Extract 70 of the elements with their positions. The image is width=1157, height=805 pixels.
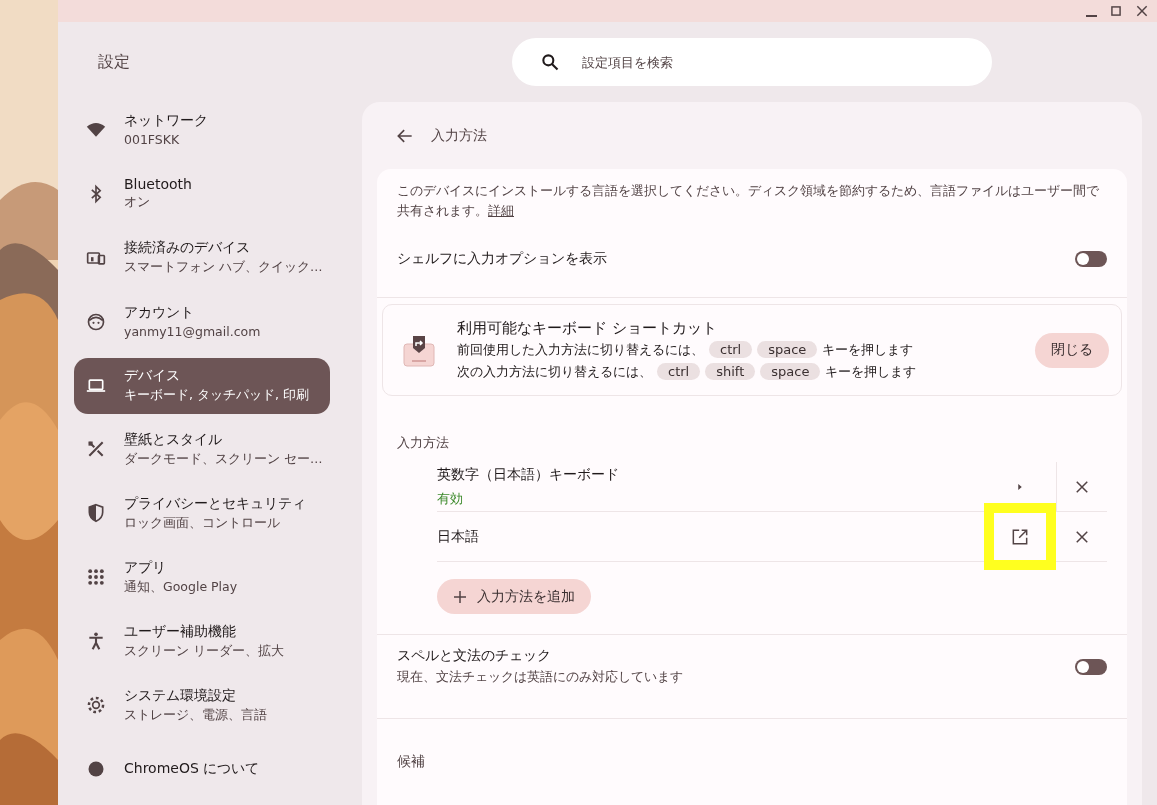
toggle-switch[interactable] xyxy=(1075,251,1107,267)
sidebar-item[interactable]: アプリ 通知、Google Play xyxy=(74,549,330,606)
item-label: ネットワーク xyxy=(124,112,208,131)
details-link[interactable]: 詳細 xyxy=(488,203,514,218)
key-label: space xyxy=(757,341,818,358)
sidebar-item[interactable]: アカウント yanmy11@gmail.com xyxy=(74,293,330,350)
item-sublabel: キーボード, タッチパッド, 印刷 xyxy=(124,387,309,405)
sidebar-item[interactable]: プライバシーとセキュリティ ロック画面、コントロール xyxy=(74,485,330,542)
status-text: 有効 xyxy=(437,489,464,508)
page-title: 入力方法 xyxy=(431,126,487,145)
item-label: アカウント xyxy=(124,304,195,323)
highlighted-open-button[interactable] xyxy=(984,503,1056,570)
accessibility-icon xyxy=(86,631,106,652)
shield-icon xyxy=(86,503,106,524)
circle-icon xyxy=(86,759,106,779)
input-method-name: 英数字（日本語）キーボード xyxy=(437,465,620,484)
sidebar-item[interactable]: デバイス キーボード, タッチパッド, 印刷 xyxy=(74,357,330,414)
input-method-name: 日本語 xyxy=(437,527,480,546)
item-sublabel: ダークモード、スクリーン セー… xyxy=(124,451,323,468)
add-input-method-button[interactable]: 入力方法を追加 xyxy=(437,579,591,614)
close-icon xyxy=(1135,4,1149,18)
setting-label: シェルフに入力オプションを表示 xyxy=(397,250,607,268)
item-label: デバイス xyxy=(124,367,181,386)
sidebar-item[interactable]: Bluetooth オン xyxy=(74,165,330,222)
item-label: Bluetooth xyxy=(124,176,192,193)
item-sublabel: オン xyxy=(124,194,151,212)
item-label: ChromeOS について xyxy=(124,760,260,778)
shortcut-text: キーを押します xyxy=(822,340,914,359)
face-icon xyxy=(86,311,106,332)
gear-icon xyxy=(86,695,106,716)
item-label: 接続済みのデバイス xyxy=(124,239,251,258)
sidebar-item[interactable]: 壁紙とスタイル ダークモード、スクリーン セー… xyxy=(74,421,330,478)
item-sublabel: 001FSKK xyxy=(124,132,181,148)
item-sublabel: スマートフォン ハブ、クイック… xyxy=(124,259,323,277)
item-sublabel: ロック画面、コントロール xyxy=(124,514,281,532)
item-label: 壁紙とスタイル xyxy=(124,431,223,449)
app-title: 設定 xyxy=(98,51,130,71)
item-sublabel: 通知、Google Play xyxy=(124,578,238,596)
sidebar-item[interactable]: 接続済みのデバイス スマートフォン ハブ、クイック… xyxy=(74,229,330,286)
card-title: 利用可能なキーボード ショートカット xyxy=(457,318,718,338)
close-button[interactable]: 閉じる xyxy=(1035,332,1109,368)
item-sublabel: yanmy11@gmail.com xyxy=(124,324,261,340)
item-label: ユーザー補助機能 xyxy=(124,622,237,641)
sidebar-item[interactable]: ユーザー補助機能 スクリーン リーダー、拡大 xyxy=(74,613,330,670)
item-sublabel: ストレージ、電源、言語 xyxy=(124,706,267,724)
toggle-switch[interactable] xyxy=(1075,659,1107,675)
maximize-icon xyxy=(1109,4,1123,18)
item-label: システム環境設定 xyxy=(124,686,237,705)
apps-grid-icon xyxy=(86,567,106,588)
description-text: このデバイスにインストールする言語を選択してください。ディスク領域を節約するため、言語ファイルはユーザー間で共有されます。詳細 xyxy=(396,182,1100,220)
item-sublabel: スクリーン リーダー、拡大 xyxy=(124,642,284,660)
section-heading: 候補 xyxy=(397,753,425,769)
key-label: ctrl xyxy=(657,363,701,380)
minimize-icon xyxy=(1086,14,1097,17)
key-label: space xyxy=(760,363,821,380)
shortcut-text: 前回使用した入力方法に切り替えるには、 xyxy=(457,340,704,359)
section-heading: 入力方法 xyxy=(396,434,450,452)
sidebar-item[interactable]: ChromeOS について xyxy=(74,741,330,797)
key-label: shift xyxy=(705,363,756,380)
setting-description: 現在、文法チェックは英語にのみ対応しています xyxy=(397,668,683,686)
search-field[interactable]: 設定項目を検索 xyxy=(512,38,992,86)
key-label: ctrl xyxy=(709,341,753,358)
item-label: アプリ xyxy=(124,558,167,577)
shortcut-text: キーを押します xyxy=(825,362,917,381)
search-icon xyxy=(540,52,560,72)
item-label: プライバシーとセキュリティ xyxy=(124,494,306,513)
shortcut-text: 次の入力方法に切り替えるには、 xyxy=(457,362,652,381)
sidebar-item[interactable]: ネットワーク 001FSKK xyxy=(74,102,330,158)
setting-label: スペルと文法のチェック xyxy=(397,647,552,665)
sidebar-item[interactable]: システム環境設定 ストレージ、電源、言語 xyxy=(74,677,330,734)
